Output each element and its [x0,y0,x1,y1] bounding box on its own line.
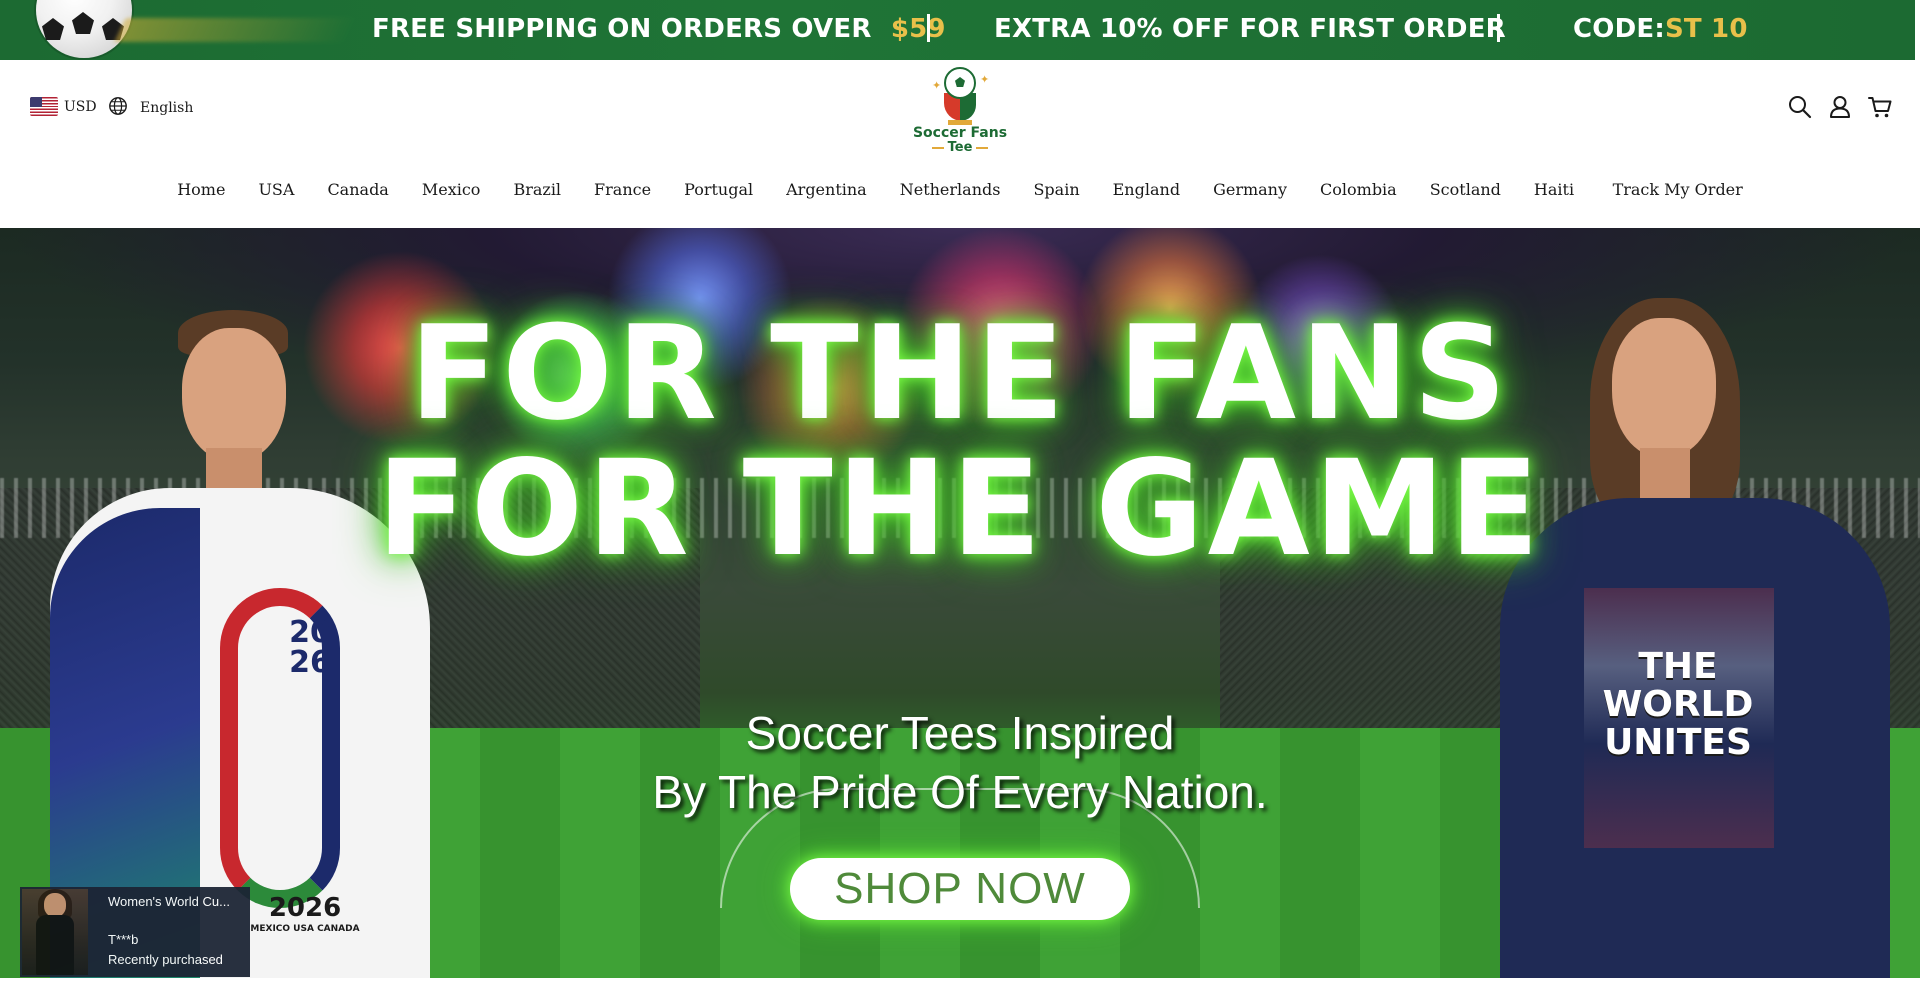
search-icon[interactable] [1787,94,1813,120]
shop-now-button[interactable]: SHOP NOW [790,858,1130,920]
popup-buyer-name: T***b [108,932,139,947]
nav-item-netherlands[interactable]: Netherlands [883,180,1017,199]
nav-item-haiti[interactable]: Haiti [1517,180,1590,199]
announcement-bar: FREE SHIPPING ON ORDERS OVER $59 EXTRA 1… [0,0,1915,60]
free-shipping-message: FREE SHIPPING ON ORDERS OVER $59 [372,14,946,44]
recent-purchase-popup[interactable]: Women's World Cu... T***b Recently purch… [20,887,250,977]
trophy-ball-icon [944,67,976,99]
promo-code-value: ST 10 [1664,14,1748,44]
nav-item-england[interactable]: England [1096,180,1196,199]
hero-subheadline-line-1: Soccer Tees Inspired [745,707,1175,759]
star-icon: ✦ [932,79,942,92]
nav-item-colombia[interactable]: Colombia [1304,180,1414,199]
free-shipping-amount: $59 [890,14,946,44]
shirt-graphic-2026-top: 20 26 [270,618,350,708]
logo-text-main: Soccer Fans [912,125,1008,141]
product-thumbnail [22,889,88,975]
shirt-graphic-2026-bottom: 2026 [240,893,370,923]
nav-item-spain[interactable]: Spain [1017,180,1096,199]
currency-selector[interactable]: USD [30,97,97,116]
hero-headline-line-2: FOR THE GAME [376,432,1544,586]
account-icon[interactable] [1827,94,1853,120]
cart-icon[interactable] [1867,94,1893,120]
nav-item-portugal[interactable]: Portugal [668,180,770,199]
hero-banner[interactable]: 20 26 2026 MEXICO USA CANADA THE WORLD U… [0,228,1920,978]
logo-text-sub: Tee [910,140,1010,155]
popup-status: Recently purchased [108,952,223,967]
hero-subheadline-line-2: By The Pride Of Every Nation. [652,766,1268,818]
promo-code-label: CODE: [1573,14,1665,44]
nav-item-brazil[interactable]: Brazil [497,180,578,199]
announcement-divider [1497,14,1500,42]
promo-code-message: CODE:ST 10 [1573,14,1748,44]
nav-item-mexico[interactable]: Mexico [405,180,497,199]
nav-item-france[interactable]: France [578,180,668,199]
shirt-text: MEXICO USA CANADA [250,924,360,934]
shirt-graphic-host-countries: MEXICO USA CANADA [230,924,380,934]
gold-streak-decoration [114,18,356,42]
popup-product-name: Women's World Cu... [108,894,230,909]
nav-item-argentina[interactable]: Argentina [770,180,884,199]
currency-label: USD [64,98,97,115]
announcement-divider [927,14,930,42]
site-logo[interactable]: ✦ ✦ Soccer Fans Tee [910,65,1010,155]
main-navigation: Home USA Canada Mexico Brazil France Por… [0,180,1920,199]
star-icon: ✦ [980,73,990,86]
site-header: USD English ✦ ✦ Soccer Fans Tee Home USA… [0,60,1920,228]
nav-item-canada[interactable]: Canada [311,180,405,199]
shirt-text: 2026 [268,893,342,923]
us-flag-icon [30,97,58,116]
nav-item-track-my-order[interactable]: Track My Order [1591,180,1760,199]
language-label: English [140,100,194,116]
language-selector[interactable]: English [108,96,193,120]
hero-headline-line-1: FOR THE FANS [409,297,1511,449]
free-shipping-text: FREE SHIPPING ON ORDERS OVER [372,14,872,44]
globe-icon [108,96,128,120]
nav-item-germany[interactable]: Germany [1197,180,1304,199]
nav-item-scotland[interactable]: Scotland [1413,180,1517,199]
nav-item-home[interactable]: Home [161,180,242,199]
soccer-ball-graphic [36,0,132,58]
nav-item-usa[interactable]: USA [242,180,311,199]
first-order-message: EXTRA 10% OFF FOR FIRST ORDER [994,14,1506,44]
shirt-text: 26 [289,645,331,680]
